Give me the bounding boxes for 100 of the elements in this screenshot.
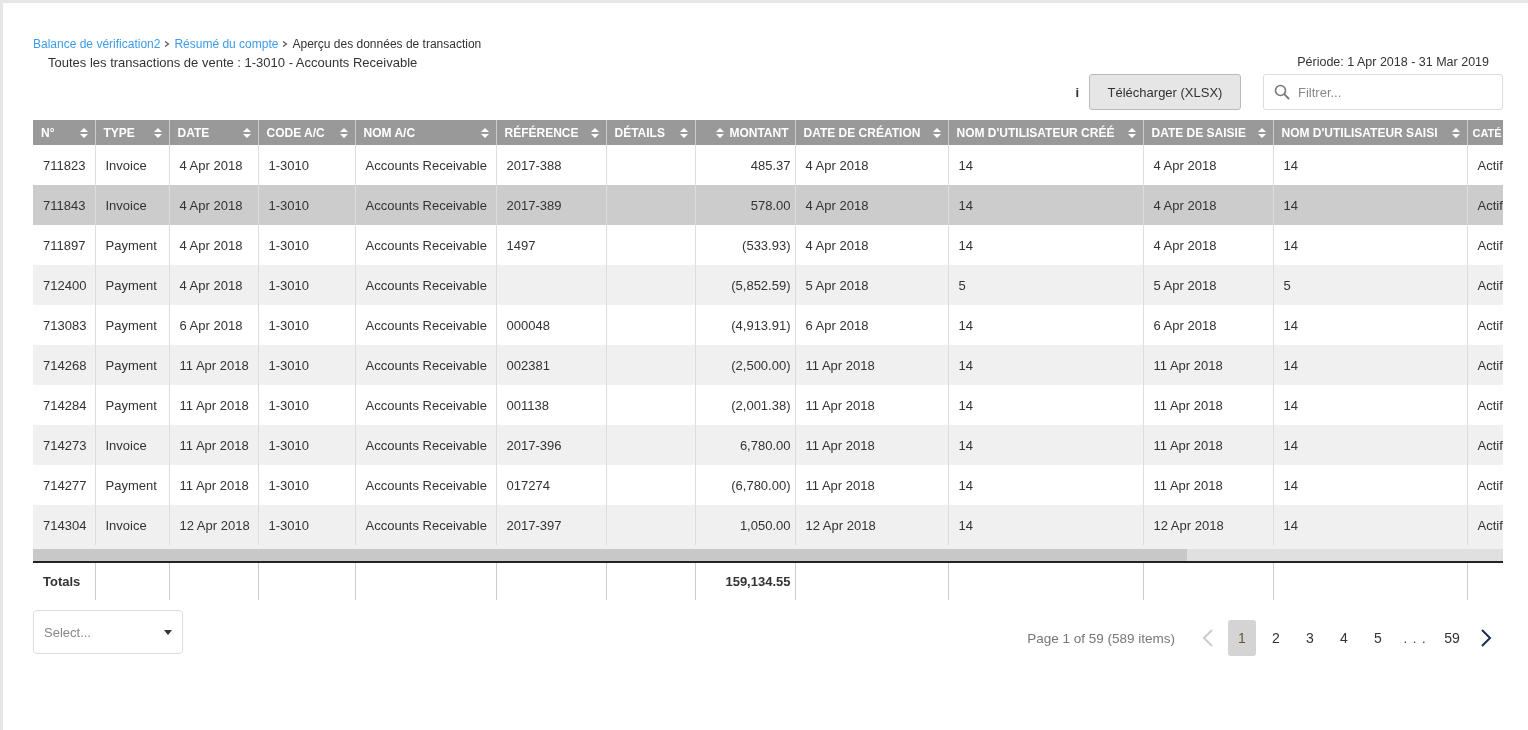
table-cell: (5,852.59) (731, 277, 791, 293)
table-cell: 4 Apr 2018 (179, 157, 243, 173)
table-cell: 2017-389 (506, 197, 562, 213)
table-cell: Actif (1477, 517, 1503, 533)
table-cell: Invoice (105, 437, 147, 453)
table-row[interactable]: 711843 Invoice 4 Apr 2018 1-3010 Accounts Receivable 2017-389 578.00 4 Apr 2018 14 4 Apr 2018 14 Actif (33, 185, 1503, 225)
table-cell: 2017-388 (506, 157, 562, 173)
sort-icon[interactable] (678, 126, 689, 139)
table-cell: 14 (958, 317, 973, 333)
table-cell: 1,050.00 (739, 517, 791, 533)
table-cell: Actif (1477, 157, 1503, 173)
sort-icon[interactable] (1256, 126, 1267, 139)
column-header[interactable]: MONTANT (695, 120, 795, 145)
sort-icon[interactable] (1450, 126, 1461, 139)
sort-icon[interactable] (1126, 126, 1137, 139)
table-cell: 4 Apr 2018 (805, 157, 869, 173)
sort-icon[interactable] (152, 126, 163, 139)
table-cell: 14 (1283, 437, 1298, 453)
column-header[interactable]: NOM D'UTILISATEUR CRÉÉ (948, 120, 1143, 145)
page-button[interactable]: 5 (1364, 620, 1392, 656)
table-cell: 578.00 (750, 197, 791, 213)
sort-icon[interactable] (589, 126, 600, 139)
column-header[interactable]: DÉTAILS (606, 120, 695, 145)
totals-value: 159,134.55 (725, 574, 791, 589)
sort-icon[interactable] (78, 126, 89, 139)
table-row[interactable]: 714304 Invoice 12 Apr 2018 1-3010 Accounts Receivable 2017-397 1,050.00 12 Apr 2018 14 12 Apr 2018 14 Actif (33, 505, 1503, 545)
filter-field[interactable]: Filtrer... (1263, 74, 1503, 110)
column-header[interactable]: DATE (169, 120, 258, 145)
table-row[interactable]: 714273 Invoice 11 Apr 2018 1-3010 Accounts Receivable 2017-396 6,780.00 11 Apr 2018 14 11 Apr 2018 14 Actif (33, 425, 1503, 465)
page-button[interactable]: 3 (1296, 620, 1324, 656)
table-cell: 14 (1283, 157, 1298, 173)
column-header[interactable]: NOM D'UTILISATEUR SAISI (1273, 120, 1467, 145)
table-cell: Accounts Receivable (365, 197, 487, 213)
table-cell: (4,913.91) (731, 317, 791, 333)
table-cell: Accounts Receivable (365, 357, 487, 373)
totals-label: Totals (43, 574, 81, 589)
table-cell: 11 Apr 2018 (805, 357, 875, 373)
table-cell: 14 (1283, 357, 1298, 373)
table-cell: 714277 (43, 477, 87, 493)
column-header[interactable]: CATÉ (1467, 120, 1503, 145)
chevron-right-icon[interactable] (1479, 628, 1493, 648)
table-cell: 11 Apr 2018 (805, 397, 875, 413)
table-cell: 5 Apr 2018 (1153, 277, 1217, 293)
table-row[interactable]: 712400 Payment 4 Apr 2018 1-3010 Accounts Receivable (5,852.59) 5 Apr 2018 5 5 Apr 2018 5 Actif (33, 265, 1503, 305)
table-cell: Invoice (105, 197, 147, 213)
table-cell: Accounts Receivable (365, 477, 487, 493)
column-header[interactable]: N° (33, 120, 95, 145)
table-row[interactable]: 714268 Payment 11 Apr 2018 1-3010 Accounts Receivable 002381 (2,500.00) 11 Apr 2018 14 11 Apr 2018 14 Actif (33, 345, 1503, 385)
sort-icon[interactable] (241, 126, 252, 139)
table-cell: Accounts Receivable (365, 237, 487, 253)
column-header[interactable]: TYPE (95, 120, 169, 145)
table-cell: Invoice (105, 517, 147, 533)
download-button[interactable]: Télécharger (XLSX) (1089, 74, 1241, 110)
page-button[interactable]: 59 (1438, 620, 1466, 656)
horizontal-scrollbar[interactable] (33, 545, 1503, 561)
table-cell: 2017-396 (506, 437, 562, 453)
table-cell: 714284 (43, 397, 87, 413)
column-header[interactable]: NOM A/C (355, 120, 496, 145)
column-header[interactable]: RÉFÉRENCE (496, 120, 606, 145)
table-cell: Payment (105, 237, 157, 253)
page-subtitle: Toutes les transactions de vente : 1-3010 - Accounts Receivable (48, 55, 418, 70)
page-button[interactable]: 4 (1330, 620, 1358, 656)
search-icon (1274, 84, 1290, 100)
table-cell: 4 Apr 2018 (1153, 157, 1217, 173)
page-button[interactable]: 1 (1228, 620, 1256, 656)
table-cell: 1-3010 (268, 477, 309, 493)
sort-icon[interactable] (715, 126, 726, 139)
table-cell: Actif (1477, 397, 1503, 413)
table-cell: 001138 (506, 397, 549, 413)
breadcrumb-current: Aperçu des données de transaction (292, 37, 482, 51)
info-mark: i (1075, 84, 1079, 100)
table-cell: 4 Apr 2018 (805, 197, 869, 213)
sort-icon[interactable] (931, 126, 942, 139)
table-cell: 5 (958, 277, 966, 293)
table-cell: Payment (105, 317, 157, 333)
table-cell: 713083 (43, 317, 87, 333)
breadcrumb-link[interactable]: Balance de vérification2 (33, 37, 161, 51)
column-header[interactable]: DATE DE CRÉATION (795, 120, 948, 145)
table-cell: 11 Apr 2018 (805, 437, 875, 453)
table-cell: 4 Apr 2018 (179, 197, 243, 213)
table-cell: 14 (958, 437, 973, 453)
table-cell: Actif (1477, 437, 1503, 453)
table-cell: 712400 (43, 277, 87, 293)
page-button[interactable]: 2 (1262, 620, 1290, 656)
scrollbar-thumb[interactable] (33, 549, 1187, 561)
caret-icon (164, 629, 172, 635)
sort-icon[interactable] (338, 126, 349, 139)
table-cell: 1-3010 (268, 197, 309, 213)
table-cell: 2017-397 (506, 517, 562, 533)
breadcrumb-link[interactable]: Résumé du compte (174, 37, 279, 51)
table-cell: Actif (1477, 197, 1503, 213)
column-header[interactable]: CODE A/C (258, 120, 355, 145)
sort-icon[interactable] (479, 126, 490, 139)
table-cell: 14 (1283, 397, 1298, 413)
table-cell: 14 (1283, 477, 1298, 493)
page-size-select[interactable]: Select... (33, 610, 183, 654)
table-cell: 11 Apr 2018 (179, 357, 249, 373)
table-cell: 4 Apr 2018 (1153, 197, 1217, 213)
table-cell: 14 (958, 397, 973, 413)
column-header[interactable]: DATE DE SAISIE (1143, 120, 1273, 145)
